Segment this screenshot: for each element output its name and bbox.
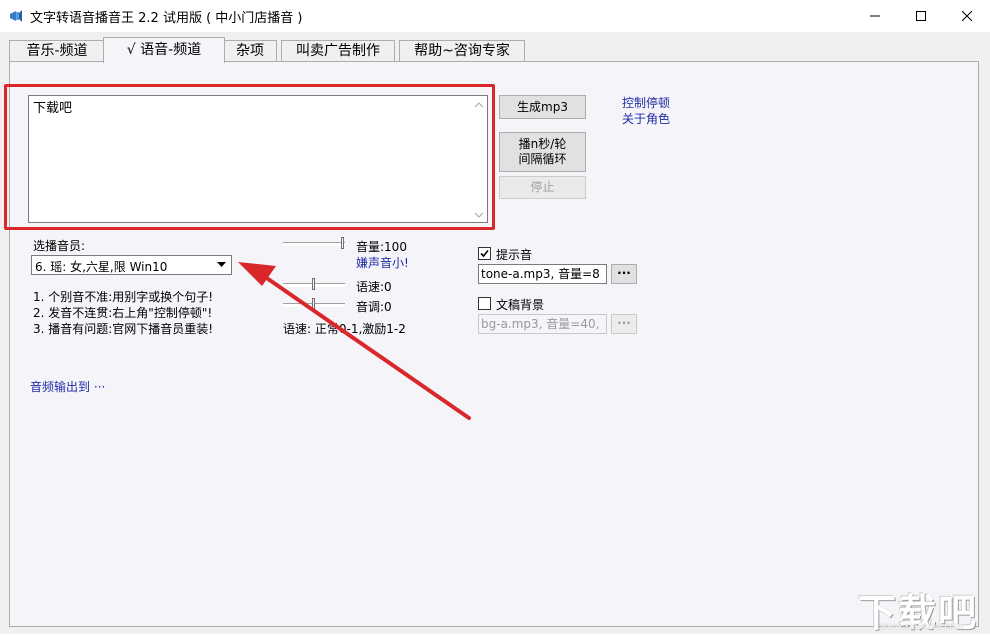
annotation-arrow xyxy=(238,262,471,420)
